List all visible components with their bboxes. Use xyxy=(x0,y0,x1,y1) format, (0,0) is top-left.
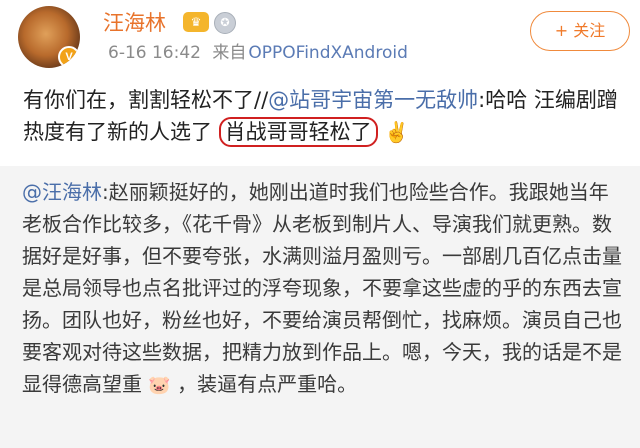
avatar[interactable]: V xyxy=(18,6,80,68)
repost-text-end: ，装逼有点严重哈。 xyxy=(177,372,358,396)
crown-icon[interactable]: ♛ xyxy=(183,12,209,32)
repost-body: @汪海林:赵丽颖挺好的，她刚出道时我们也险些合作。我跟她当年老板合作比较多，《花… xyxy=(22,176,628,402)
repost-text: :赵丽颖挺好的，她刚出道时我们也险些合作。我跟她当年老板合作比较多，《花千骨》从… xyxy=(22,180,622,396)
circled-highlight: 肖战哥哥轻松了 xyxy=(218,117,378,147)
medal-icon[interactable]: ✪ xyxy=(214,12,236,34)
post-header: V 汪海林 ♛ ✪ 6-16 16:42 来自 OPPOFindXAndroid … xyxy=(0,0,640,80)
verified-badge-icon: V xyxy=(58,46,80,68)
post-body: 有你们在，割割轻松不了//@站哥宇宙第一无敌帅:哈哈 汪编剧蹭热度有了新的人选了… xyxy=(23,84,623,148)
follow-button[interactable]: + 关注 xyxy=(530,11,630,51)
pig-face-emoji: 🐷 xyxy=(148,375,171,396)
post-mention[interactable]: @站哥宇宙第一无敌帅 xyxy=(268,88,478,112)
repost-mention[interactable]: @汪海林 xyxy=(22,180,102,204)
victory-hand-emoji: ✌️ xyxy=(384,120,410,144)
post-text-part-1: 有你们在，割割轻松不了// xyxy=(23,88,269,112)
source-label: 来自 xyxy=(212,43,247,63)
post-time: 6-16 16:42 xyxy=(108,43,201,63)
repost-container[interactable]: @汪海林:赵丽颖挺好的，她刚出道时我们也险些合作。我跟她当年老板合作比较多，《花… xyxy=(0,166,640,448)
post-meta: 6-16 16:42 来自 OPPOFindXAndroid xyxy=(108,40,408,66)
user-name[interactable]: 汪海林 xyxy=(103,8,166,38)
source-device[interactable]: OPPOFindXAndroid xyxy=(248,43,407,63)
